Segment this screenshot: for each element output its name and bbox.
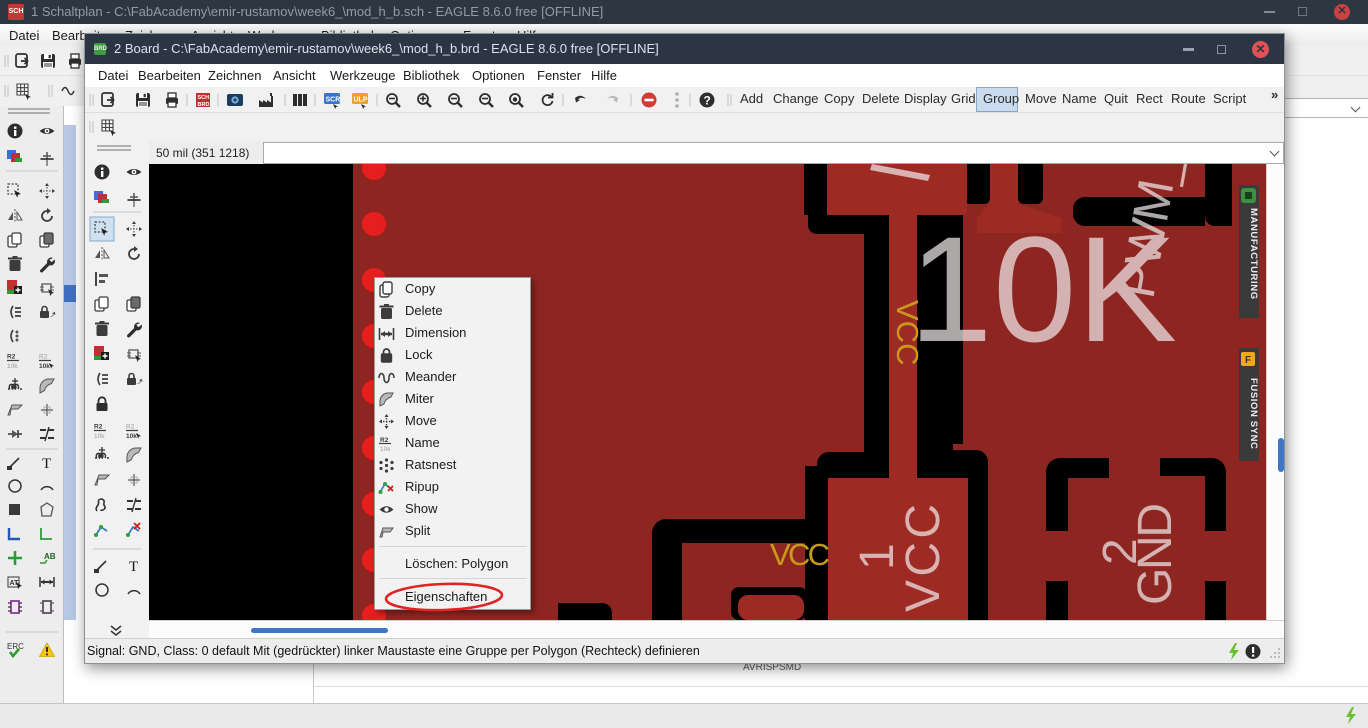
svg-text:VCC: VCC [890, 300, 925, 365]
svg-text:VCC: VCC [770, 537, 830, 572]
svg-text:F: F [1245, 355, 1251, 366]
svg-text:FUSION SYNC: FUSION SYNC [1248, 378, 1259, 450]
svg-text:GND: GND [1129, 503, 1182, 605]
svg-text:VCC: VCC [897, 504, 950, 612]
svg-text:MANUFACTURING: MANUFACTURING [1248, 208, 1259, 300]
svg-text:10k: 10k [380, 446, 391, 453]
